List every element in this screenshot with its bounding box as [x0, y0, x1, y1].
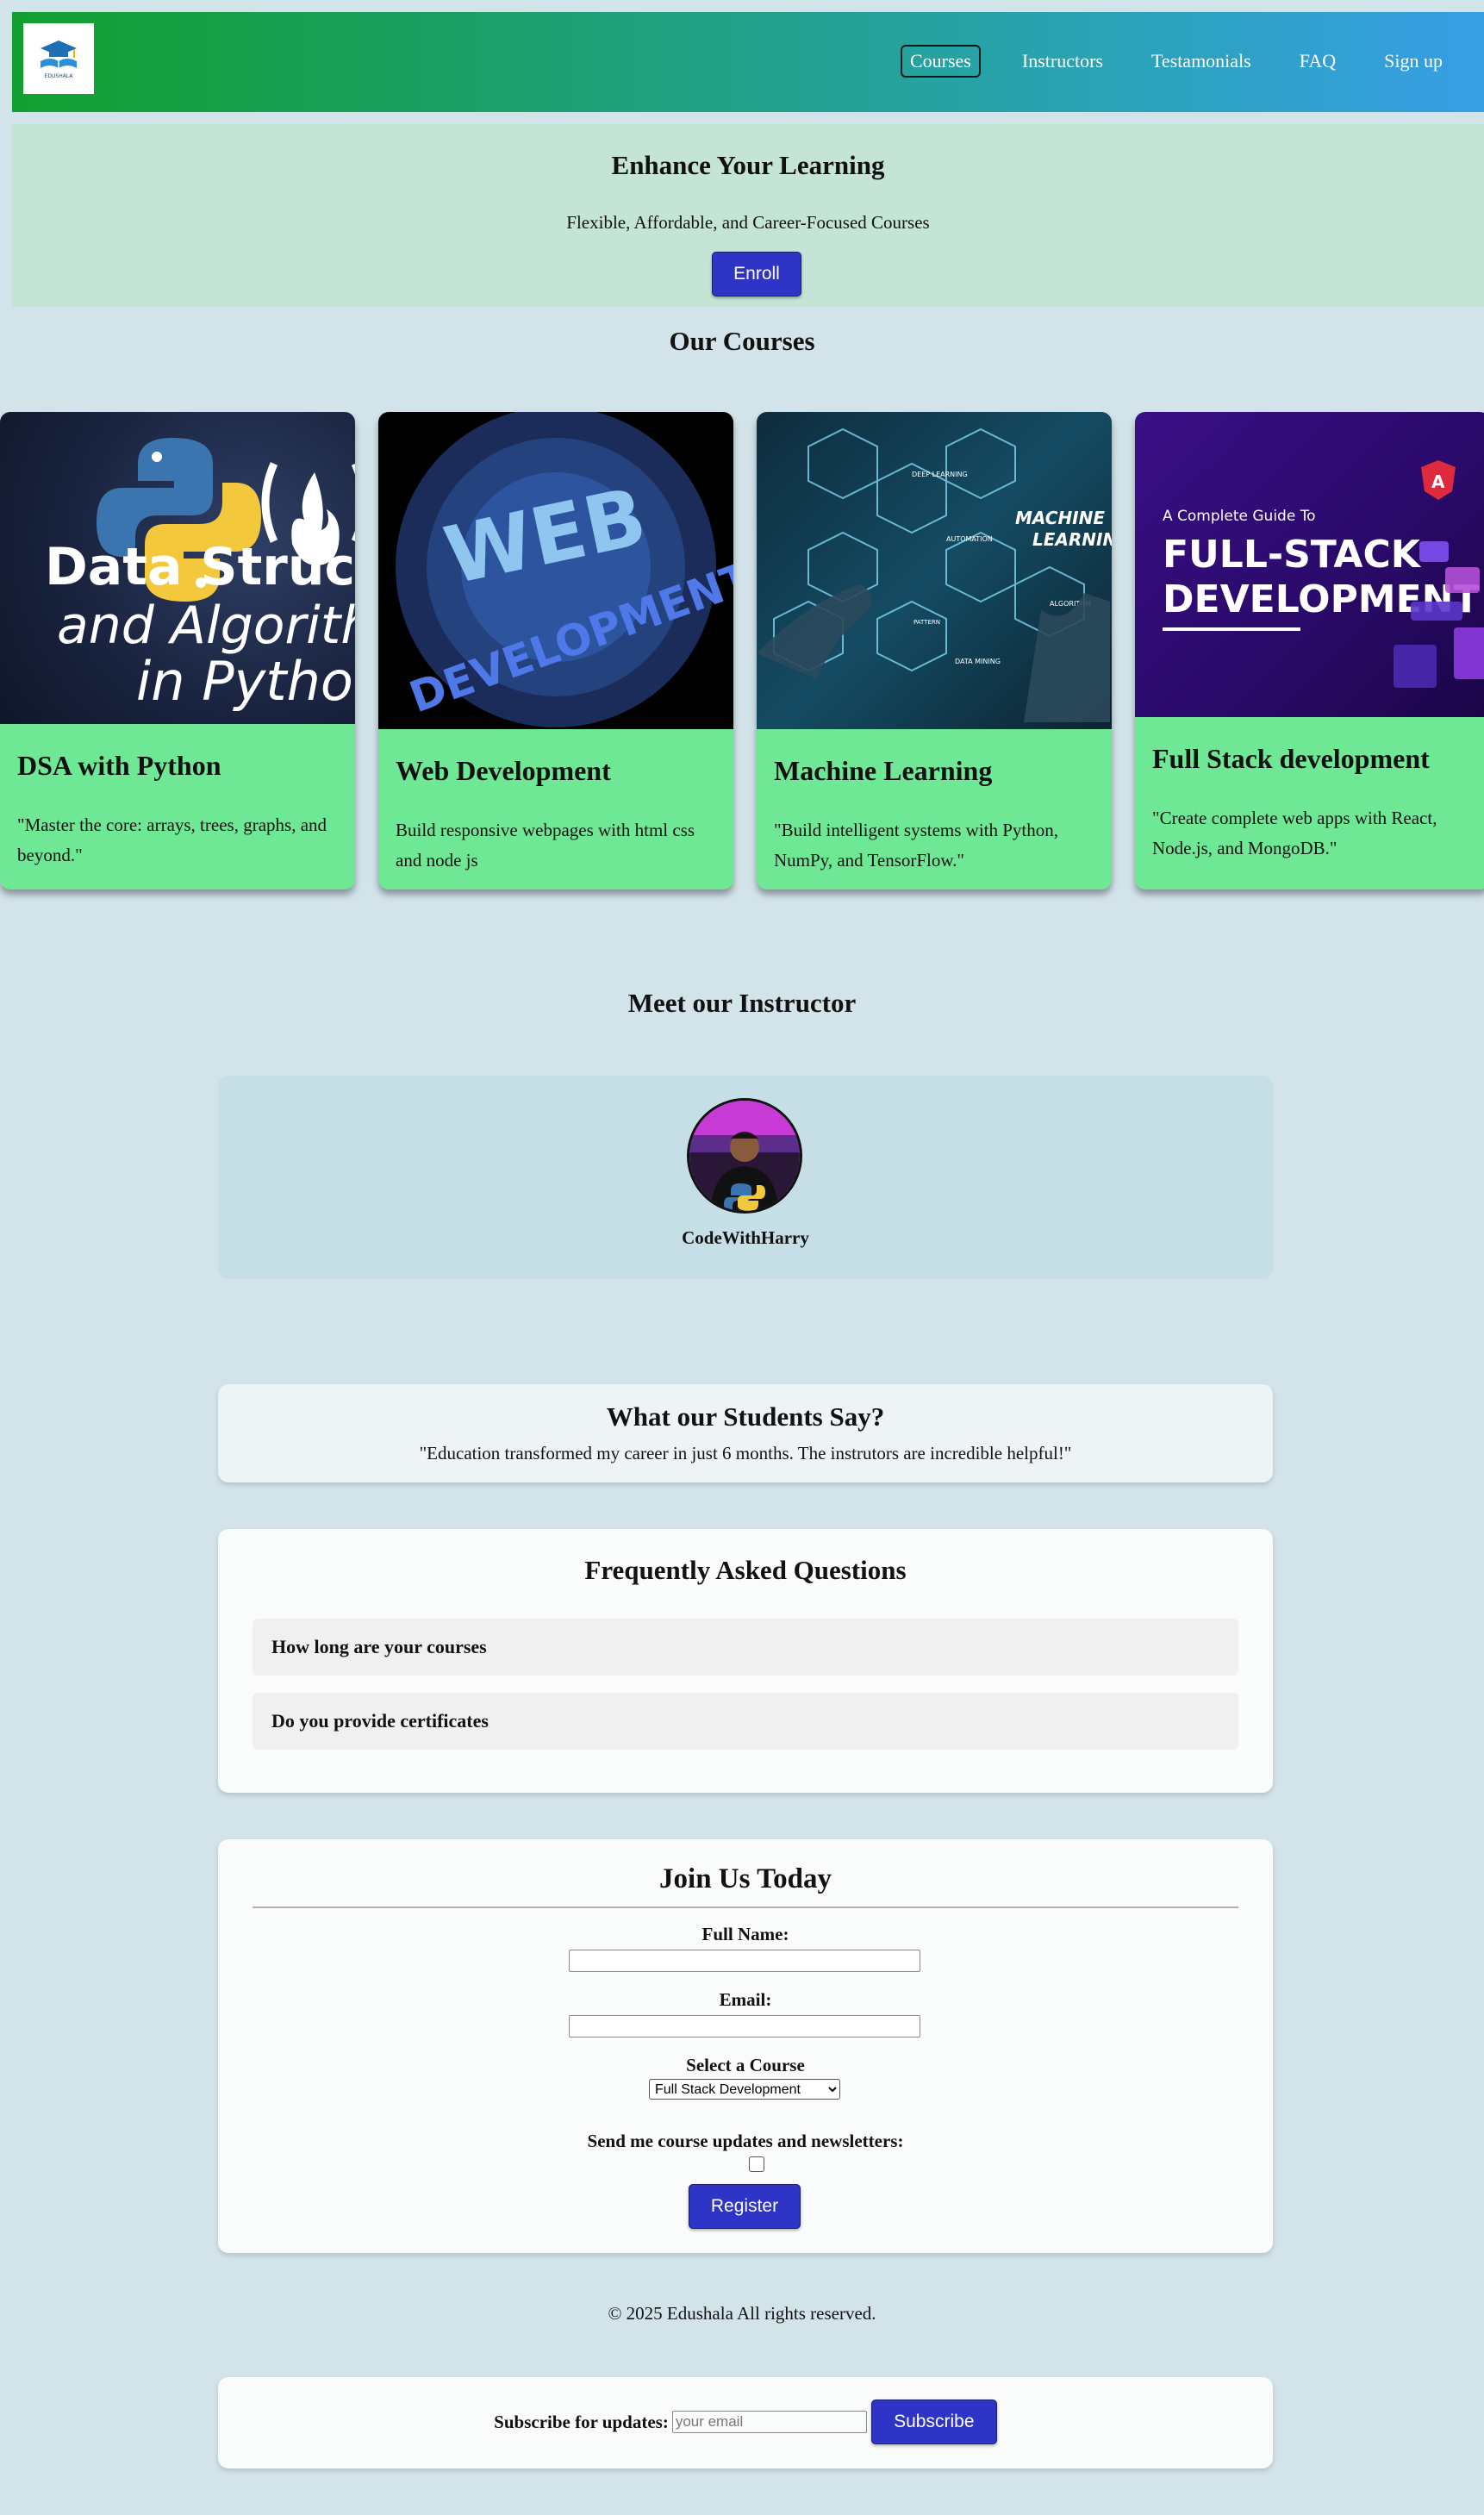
- join-form-section: Join Us Today Full Name: Email: Select a…: [218, 1839, 1273, 2253]
- fs-img-text-2: FULL-STACK: [1163, 533, 1422, 577]
- subscribe-label: Subscribe for updates:: [494, 2411, 669, 2432]
- register-button[interactable]: Register: [689, 2184, 801, 2229]
- subscribe-button[interactable]: Subscribe: [870, 2400, 997, 2444]
- dsa-img-text-2: and Algorith: [57, 596, 355, 656]
- angular-icon: A: [1421, 460, 1456, 500]
- course-description: "Master the core: arrays, trees, graphs,…: [17, 814, 327, 865]
- course-title: Web Development: [396, 755, 611, 786]
- course-description: "Create complete web apps with React, No…: [1152, 808, 1437, 858]
- course-card-fullstack[interactable]: A Complete Guide To FULL-STACK DEVELOPME…: [1135, 412, 1484, 889]
- course-title: Full Stack development: [1152, 743, 1430, 774]
- courses-section-title: Our Courses: [669, 326, 815, 356]
- hero-subtitle: Flexible, Affordable, and Career-Focused…: [566, 212, 930, 233]
- course-title: DSA with Python: [17, 750, 221, 781]
- course-description: "Build intelligent systems with Python, …: [774, 820, 1059, 871]
- web-course-image: WEB DEVELOPMENT: [378, 412, 733, 729]
- instructor-name: CodeWithHarry: [682, 1227, 809, 1248]
- course-select-label: Select a Course: [686, 2055, 805, 2075]
- dsa-course-image: Data Structu and Algorith in Python: [0, 412, 355, 724]
- instructor-avatar[interactable]: [687, 1098, 802, 1214]
- fs-img-text-1: A Complete Guide To: [1163, 508, 1316, 525]
- course-card-dsa[interactable]: Data Structu and Algorith in Python DSA …: [0, 412, 355, 889]
- email-label: Email:: [719, 1989, 772, 2010]
- nav-links: Courses Instructors Testamonials FAQ Sig…: [866, 45, 1450, 78]
- course-card-web[interactable]: WEB DEVELOPMENT Web Development Build re…: [378, 412, 733, 889]
- course-description: Build responsive webpages with html css …: [396, 820, 695, 871]
- ml-img-text-2: LEARNING: [1032, 529, 1112, 550]
- enroll-button[interactable]: Enroll: [712, 252, 801, 296]
- testimonial-section: What our Students Say? "Education transf…: [218, 1384, 1273, 1482]
- nav-link-courses[interactable]: Courses: [900, 45, 981, 78]
- nav-link-faq[interactable]: FAQ: [1293, 47, 1343, 76]
- hero-title: Enhance Your Learning: [611, 150, 885, 180]
- faq-section: Frequently Asked Questions How long are …: [218, 1529, 1273, 1793]
- nav-link-signup[interactable]: Sign up: [1377, 47, 1450, 76]
- subscribe-row: Subscribe for updates: your email Subscr…: [218, 2400, 1273, 2444]
- course-card-ml[interactable]: MACHINE LEARNING DEEP LEARNING AUTOMATIO…: [757, 412, 1112, 889]
- site-logo[interactable]: EDUSHALA: [23, 23, 94, 94]
- join-title: Join Us Today: [659, 1863, 832, 1894]
- logo-text: EDUSHALA: [44, 72, 73, 79]
- graduation-cap-book-icon: [41, 40, 77, 68]
- ml-img-text-7: PATTERN: [913, 619, 940, 626]
- dsa-img-text-3: in Python: [136, 650, 355, 713]
- ml-img-text-4: AUTOMATION: [946, 535, 993, 543]
- navbar: EDUSHALA Courses Instructors Testamonial…: [12, 12, 1484, 112]
- nav-link-instructors[interactable]: Instructors: [1015, 47, 1110, 76]
- email-input[interactable]: [569, 2015, 920, 2038]
- full-name-label: Full Name:: [701, 1924, 789, 1944]
- ml-img-text-6: DATA MINING: [955, 658, 1001, 665]
- course-select[interactable]: Full Stack Development: [649, 2079, 840, 2100]
- fullstack-course-image: A Complete Guide To FULL-STACK DEVELOPME…: [1135, 412, 1484, 717]
- dsa-img-text-1: Data Structu: [45, 537, 355, 597]
- hero-banner: Enhance Your Learning Flexible, Affordab…: [12, 124, 1484, 307]
- course-title: Machine Learning: [774, 755, 993, 786]
- nav-link-testimonials[interactable]: Testamonials: [1144, 47, 1258, 76]
- ml-img-text-3: DEEP LEARNING: [912, 471, 968, 478]
- testimonial-quote: "Education transformed my career in just…: [419, 1443, 1072, 1463]
- newsletter-label: Send me course updates and newsletters:: [587, 2131, 904, 2151]
- ml-course-image: MACHINE LEARNING DEEP LEARNING AUTOMATIO…: [757, 412, 1112, 729]
- faq-item-duration[interactable]: How long are your courses: [253, 1619, 1238, 1676]
- subscribe-email-input[interactable]: your email: [671, 2411, 867, 2433]
- instructor-card: CodeWithHarry: [218, 1076, 1273, 1279]
- faq-item-certificates[interactable]: Do you provide certificates: [253, 1693, 1238, 1750]
- newsletter-checkbox[interactable]: [749, 2156, 764, 2172]
- faq-title: Frequently Asked Questions: [584, 1555, 907, 1585]
- full-name-input[interactable]: [569, 1950, 920, 1972]
- footer-copyright: © 2025 Edushala All rights reserved.: [608, 2303, 876, 2324]
- join-divider: [253, 1907, 1238, 1908]
- subscribe-section: Subscribe for updates: your email Subscr…: [218, 2377, 1273, 2468]
- svg-text:A: A: [1431, 471, 1445, 492]
- ml-img-text-1: MACHINE: [1015, 508, 1105, 528]
- testimonial-title: What our Students Say?: [606, 1401, 885, 1432]
- instructor-section-title: Meet our Instructor: [627, 988, 857, 1018]
